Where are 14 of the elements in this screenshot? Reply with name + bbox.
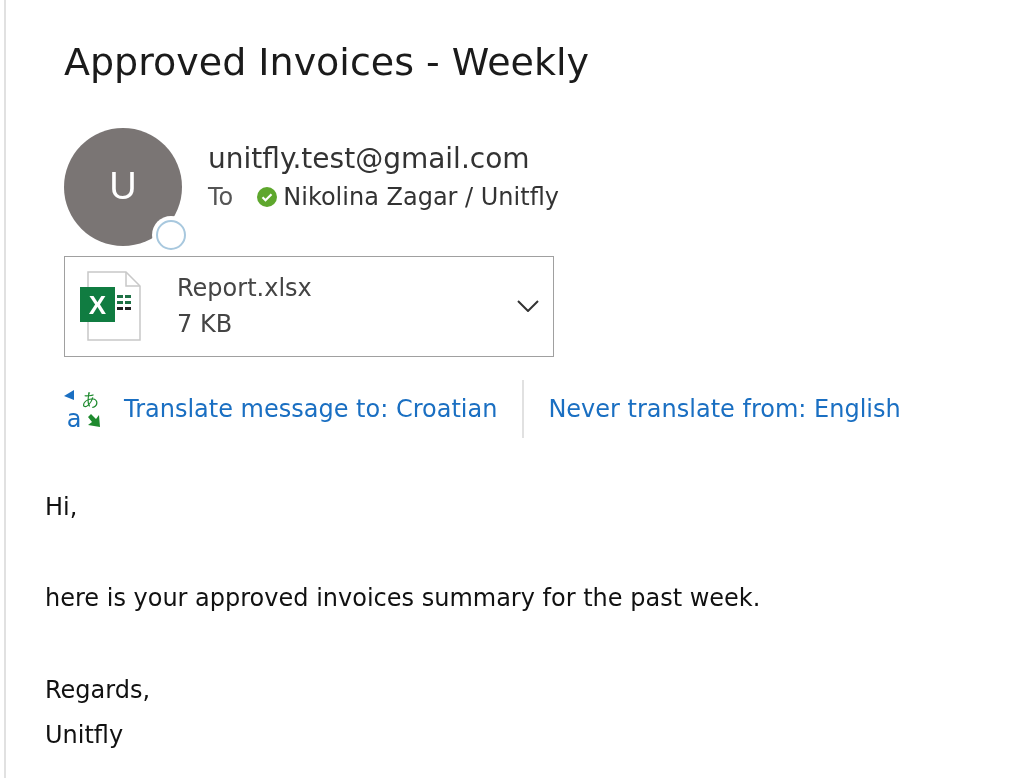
file-size: 7 KB: [177, 309, 234, 341]
attachment-card[interactable]: X Report.xlsx 7 KB: [64, 255, 554, 357]
body-paragraph: Regards, Unitfly: [45, 674, 152, 752]
email-subject: Approved Invoices - Weekly: [64, 40, 591, 86]
to-label: To: [208, 183, 234, 212]
chevron-down-icon[interactable]: [517, 300, 539, 313]
body-paragraph: Hi,: [45, 491, 79, 523]
translate-link[interactable]: Translate message to: Croatian: [124, 394, 498, 423]
body-paragraph: here is your approved invoices summary for the past week.: [45, 583, 762, 615]
recipient-name[interactable]: Nikolina Zagar / Unitfly: [283, 183, 559, 212]
file-name: Report.xlsx: [177, 273, 313, 305]
avatar-initial: U: [109, 165, 137, 209]
sender-address: unitfly.test@gmail.com: [208, 141, 531, 176]
translate-link[interactable]: Never translate from: English: [548, 394, 901, 423]
